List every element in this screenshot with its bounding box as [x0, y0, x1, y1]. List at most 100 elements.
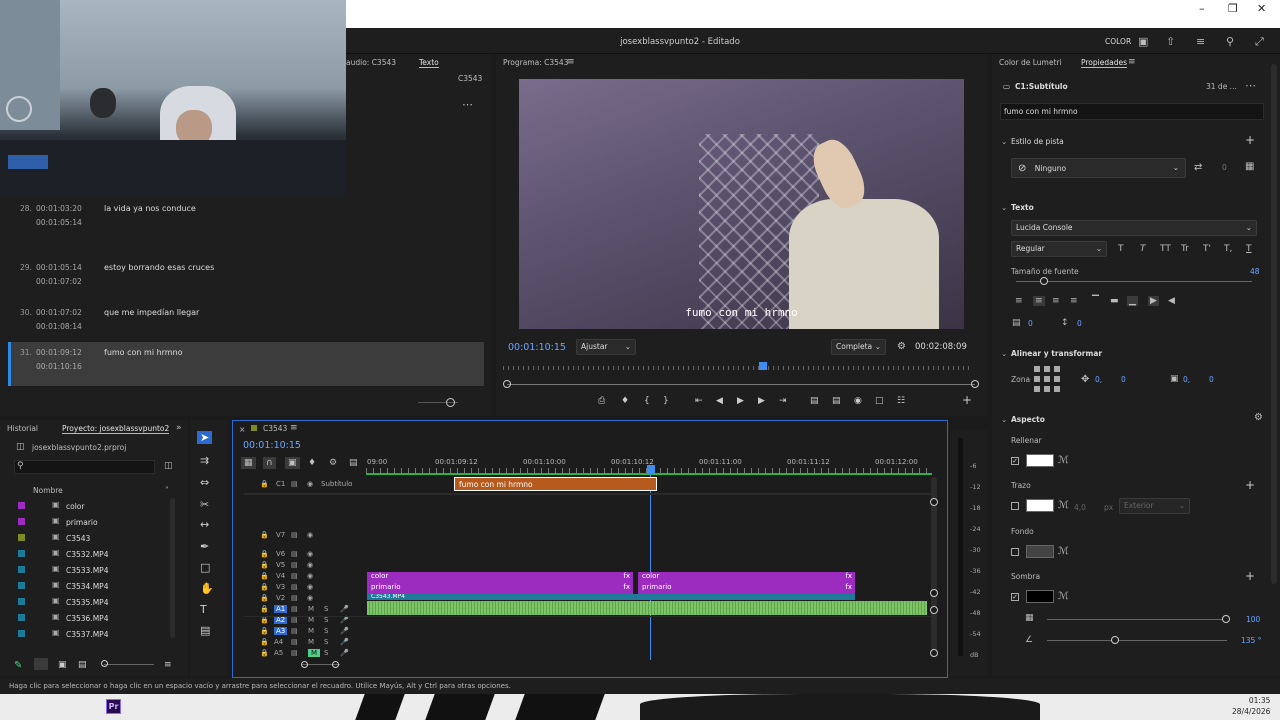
- audio-track-id[interactable]: A1: [274, 605, 288, 613]
- camera-icon[interactable]: ◉: [854, 396, 862, 406]
- align-left-icon[interactable]: ≡: [1015, 296, 1023, 306]
- scale-x[interactable]: 0,: [1183, 375, 1190, 384]
- menu-icon[interactable]: ≡: [164, 660, 172, 670]
- justify-icon[interactable]: ≡: [1070, 296, 1078, 306]
- caption-text[interactable]: que me impedían llegar: [104, 308, 199, 317]
- compare-icon[interactable]: □: [875, 396, 884, 406]
- underline-icon[interactable]: T: [1246, 244, 1252, 254]
- add-style-icon[interactable]: +: [1245, 133, 1255, 147]
- record-icon[interactable]: 🎤: [340, 627, 349, 635]
- lock-icon[interactable]: 🔒: [260, 649, 269, 657]
- step-forward-icon[interactable]: ▶: [758, 396, 765, 406]
- icon-view-icon[interactable]: ▣: [58, 660, 67, 670]
- lock-icon[interactable]: 🔒: [260, 627, 269, 635]
- scrollbar[interactable]: [1271, 64, 1277, 584]
- project-item[interactable]: ▣ C3535.MP4: [16, 594, 176, 610]
- background-checkbox[interactable]: [1011, 548, 1019, 556]
- small-caps-icon[interactable]: Tr: [1181, 244, 1189, 254]
- add-stroke-icon[interactable]: +: [1245, 478, 1255, 492]
- rectangle-icon[interactable]: □: [200, 561, 210, 574]
- shadow-angle-value[interactable]: 135 °: [1241, 636, 1261, 645]
- sync-lock-icon[interactable]: ▤: [291, 649, 298, 657]
- lock-icon[interactable]: 🔒: [260, 480, 269, 488]
- record-icon[interactable]: 🎤: [340, 616, 349, 624]
- list-view-icon[interactable]: [34, 658, 48, 670]
- tab-lumetri[interactable]: Color de Lumetri: [999, 58, 1062, 67]
- zoom-bar-end[interactable]: [971, 380, 979, 388]
- ripple-edit-icon[interactable]: ⇔: [200, 476, 209, 489]
- caption-text-input[interactable]: fumo con mi hrmno: [1000, 103, 1264, 120]
- tab-propiedades[interactable]: Propiedades: [1081, 58, 1127, 68]
- share-icon[interactable]: ⇧: [1166, 35, 1175, 48]
- track-style-dropdown[interactable]: ⊘ Ninguno ⌄: [1011, 158, 1186, 178]
- eyedropper-icon[interactable]: ℳ: [1058, 546, 1069, 557]
- selection-tool-icon[interactable]: ➤: [197, 431, 213, 444]
- project-item[interactable]: ▣ C3543: [16, 530, 176, 546]
- audio-track-id[interactable]: A5: [274, 649, 283, 657]
- shadow-opacity-handle[interactable]: [1222, 615, 1230, 623]
- mute-button[interactable]: M: [308, 627, 314, 635]
- record-icon[interactable]: 🎤: [340, 649, 349, 657]
- close-icon[interactable]: ×: [239, 425, 245, 434]
- caption-row[interactable]: 29. 00:01:05:14 00:01:07:02 estoy borran…: [0, 257, 484, 301]
- timeline-zoom-start[interactable]: [301, 661, 308, 668]
- eye-icon[interactable]: ◉: [307, 531, 313, 539]
- eye-icon[interactable]: ◉: [307, 583, 313, 591]
- zone-grid-icon[interactable]: [1034, 366, 1060, 392]
- go-to-in-icon[interactable]: ⇤: [695, 396, 703, 406]
- audio-waveform[interactable]: [367, 601, 927, 615]
- clip-video[interactable]: C3543.MP4: [367, 594, 855, 600]
- search-icon[interactable]: ⚲: [1226, 35, 1234, 48]
- stroke-checkbox[interactable]: [1011, 502, 1019, 510]
- thumb-size-slider[interactable]: [104, 664, 154, 665]
- stroke-position-dropdown[interactable]: Exterior ⌄: [1119, 498, 1190, 514]
- audio-track-id[interactable]: A4: [274, 638, 283, 646]
- shadow-opacity-slider[interactable]: [1047, 619, 1227, 620]
- caption-text[interactable]: fumo con mi hrmno: [104, 348, 183, 357]
- sync-lock-icon[interactable]: ▤: [291, 572, 298, 580]
- type-tool-icon[interactable]: T: [200, 603, 207, 616]
- thumb-size-handle[interactable]: [101, 660, 108, 667]
- align-top-icon[interactable]: ▔: [1092, 296, 1099, 306]
- chevron-down-icon[interactable]: ⌄: [1001, 349, 1007, 358]
- panel-icon[interactable]: ▣: [1138, 35, 1148, 48]
- clip-color[interactable]: color fx: [638, 572, 855, 583]
- project-item[interactable]: ▣ C3534.MP4: [16, 578, 176, 594]
- scroll-handle[interactable]: [930, 498, 938, 506]
- expand-icon[interactable]: »: [176, 423, 182, 433]
- audio-track-id[interactable]: A3: [274, 627, 288, 635]
- menu-icon[interactable]: ≡: [567, 57, 575, 67]
- more-icon[interactable]: ⋯: [1245, 79, 1256, 92]
- stroke-color-swatch[interactable]: [1026, 499, 1054, 512]
- eye-icon[interactable]: ◉: [307, 572, 313, 580]
- quality-dropdown[interactable]: Completa ⌄: [831, 339, 886, 355]
- caption-text[interactable]: la vida ya nos conduce: [104, 204, 196, 213]
- solo-button[interactable]: S: [324, 605, 328, 613]
- italic-icon[interactable]: T: [1140, 244, 1146, 254]
- sync-lock-icon[interactable]: ▤: [291, 638, 298, 646]
- eye-icon[interactable]: ◉: [307, 594, 313, 602]
- sync-lock-icon[interactable]: ▤: [291, 627, 298, 635]
- project-item[interactable]: ▣ color: [16, 498, 176, 514]
- eyedropper-icon[interactable]: ℳ: [1058, 455, 1069, 466]
- sync-icon[interactable]: ⇄: [1194, 162, 1202, 173]
- chevron-down-icon[interactable]: ⌄: [1001, 137, 1007, 146]
- more-icon[interactable]: ⋯: [462, 98, 473, 111]
- work-area-bar[interactable]: [366, 473, 932, 475]
- column-header-nombre[interactable]: Nombre: [33, 486, 63, 495]
- clip-primario[interactable]: primario fx: [638, 583, 855, 594]
- scale-y[interactable]: 0: [1209, 375, 1214, 384]
- subscript-icon[interactable]: T,: [1224, 244, 1232, 254]
- pencil-icon[interactable]: ✎: [14, 660, 22, 671]
- lock-icon[interactable]: 🔒: [260, 561, 269, 569]
- tracking-value[interactable]: 0: [1028, 319, 1033, 328]
- rtl-icon[interactable]: ◀: [1168, 296, 1175, 306]
- lock-icon[interactable]: 🔒: [260, 531, 269, 539]
- solo-button[interactable]: S: [324, 638, 328, 646]
- leading-value[interactable]: 0: [1077, 319, 1082, 328]
- zoom-slider-handle[interactable]: [446, 398, 455, 407]
- track-select-icon[interactable]: ⇉: [200, 454, 209, 467]
- caption-text[interactable]: estoy borrando esas cruces: [104, 263, 214, 272]
- razor-icon[interactable]: ✂: [200, 498, 209, 511]
- audio-track-id[interactable]: A2: [274, 616, 288, 624]
